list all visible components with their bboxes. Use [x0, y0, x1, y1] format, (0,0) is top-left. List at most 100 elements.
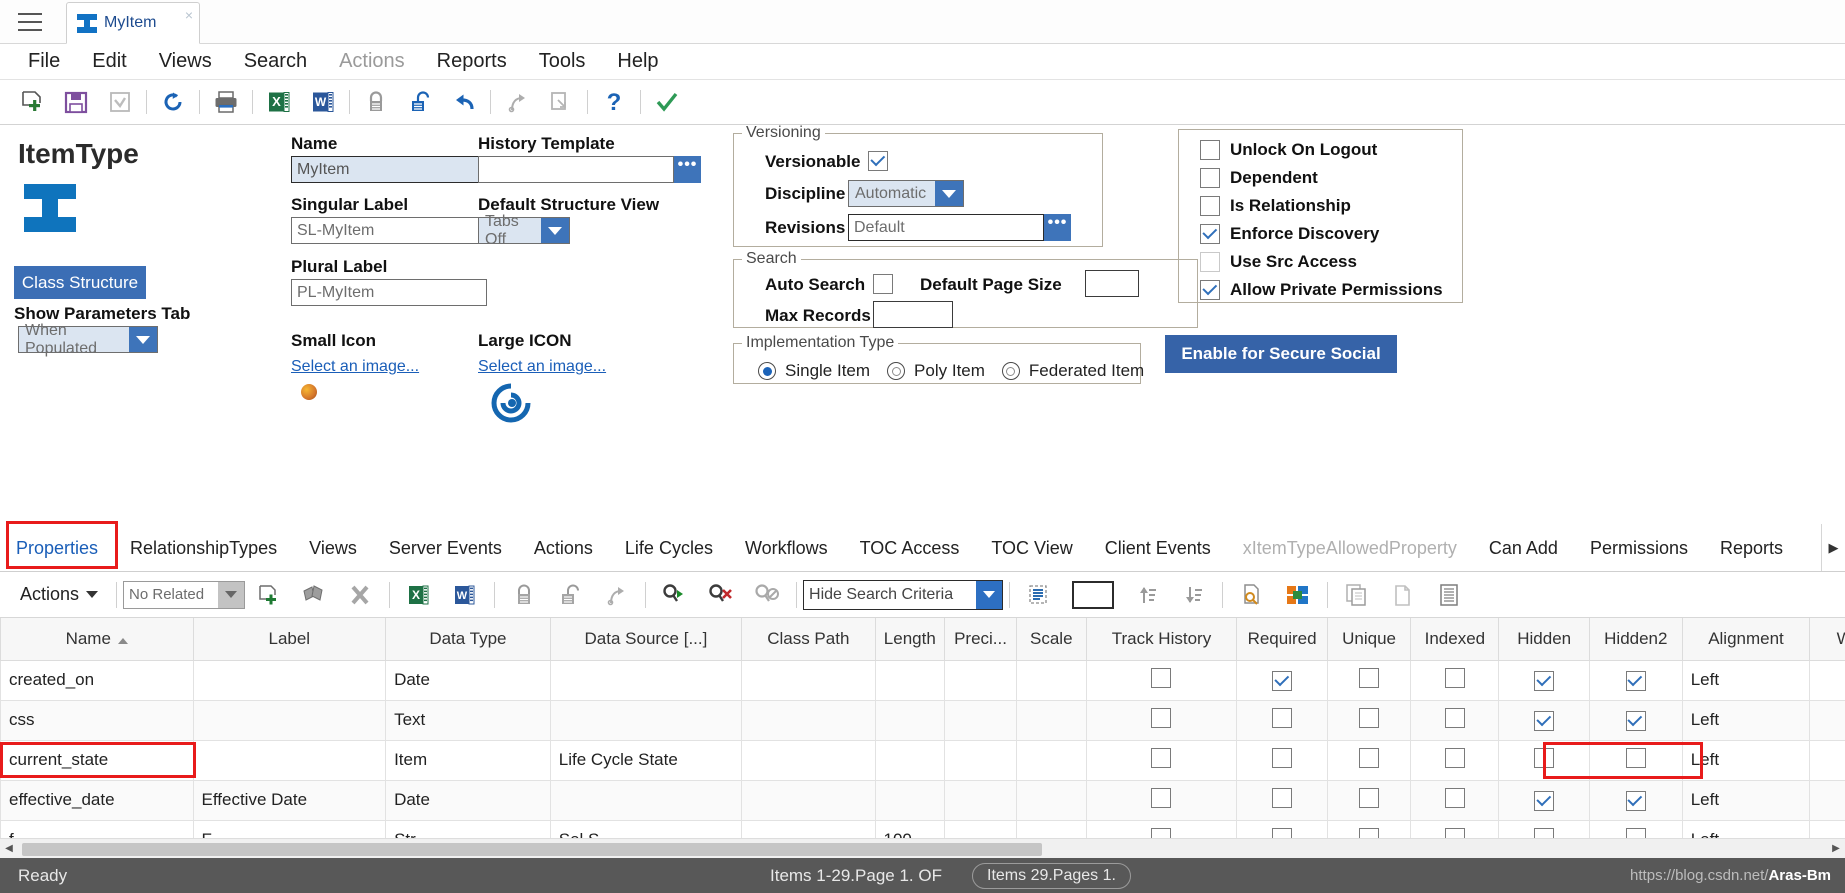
cell-alignment[interactable]: Left: [1681, 659, 1811, 701]
col-class-path[interactable]: Class Path: [741, 618, 876, 661]
cell-track-history[interactable]: [1085, 739, 1238, 781]
cell-class-path[interactable]: [741, 819, 876, 840]
unlock-icon[interactable]: [547, 578, 593, 612]
tab-toc-view[interactable]: TOC View: [975, 538, 1088, 571]
cell-hidden2[interactable]: [1588, 659, 1683, 701]
col-data-source[interactable]: Data Source [...]: [549, 618, 743, 661]
chevron-down-icon[interactable]: [541, 218, 569, 243]
cell-class-path[interactable]: [741, 739, 876, 781]
cell-unique[interactable]: [1326, 699, 1412, 741]
tab-properties[interactable]: Properties: [0, 538, 114, 571]
unlock-icon[interactable]: [398, 85, 442, 119]
name-input[interactable]: MyItem: [291, 156, 487, 183]
indexed-checkbox[interactable]: [1444, 707, 1465, 728]
sort-asc-icon[interactable]: [1124, 578, 1170, 612]
disable-search-icon[interactable]: [744, 578, 790, 612]
cell-label[interactable]: F...: [192, 819, 387, 840]
cell-scale[interactable]: [1015, 819, 1087, 840]
cell-length[interactable]: [874, 779, 946, 821]
track-history-checkbox[interactable]: [1151, 787, 1172, 808]
excel-export-icon[interactable]: X: [396, 578, 442, 612]
chevron-down-icon[interactable]: [935, 181, 963, 206]
cell-track-history[interactable]: [1085, 819, 1238, 840]
blank-box-icon[interactable]: [1062, 578, 1124, 612]
cell-w[interactable]: [1809, 739, 1845, 781]
cell-length[interactable]: 100: [874, 819, 946, 840]
cell-hidden[interactable]: [1498, 739, 1590, 781]
copy-icon[interactable]: [539, 85, 583, 119]
cell-unique[interactable]: [1326, 819, 1412, 840]
chevron-down-icon[interactable]: [129, 327, 157, 352]
required-checkbox[interactable]: [1272, 670, 1293, 691]
export-word-icon[interactable]: W: [301, 85, 345, 119]
default-structure-view-dropdown[interactable]: Tabs Off: [478, 213, 570, 248]
cell-data-source[interactable]: [549, 699, 743, 741]
cell-data-source[interactable]: Life Cycle State: [549, 739, 743, 781]
required-checkbox[interactable]: [1272, 747, 1293, 768]
flag-allow-private-permissions[interactable]: Allow Private Permissions: [1200, 278, 1443, 302]
cell-class-path[interactable]: [741, 699, 876, 741]
enable-secure-social-button[interactable]: Enable for Secure Social: [1165, 335, 1397, 373]
cell-hidden[interactable]: [1498, 779, 1590, 821]
help-icon[interactable]: ?: [592, 85, 636, 119]
cell-data-source[interactable]: [549, 659, 743, 701]
cell-required[interactable]: [1236, 739, 1328, 781]
small-icon-select-link[interactable]: Select an image...: [291, 358, 419, 376]
tab-toc-access[interactable]: TOC Access: [844, 538, 976, 571]
redo-icon[interactable]: [495, 85, 539, 119]
cell-alignment[interactable]: Left: [1681, 779, 1811, 821]
related-dropdown[interactable]: No Related: [123, 580, 246, 609]
chevron-right-icon[interactable]: ▶: [1821, 524, 1845, 571]
list-icon[interactable]: [1426, 578, 1472, 612]
tab-reports[interactable]: Reports: [1704, 538, 1799, 571]
tab-workflows[interactable]: Workflows: [729, 538, 844, 571]
cell-required[interactable]: [1236, 819, 1328, 840]
indexed-checkbox[interactable]: [1444, 667, 1465, 688]
cell-data-type[interactable]: Date: [385, 659, 551, 701]
cell-label[interactable]: [192, 739, 387, 781]
revisions-input[interactable]: Default: [848, 214, 1044, 241]
flag-enforce-discovery[interactable]: Enforce Discovery: [1200, 222, 1379, 246]
hidden2-checkbox[interactable]: [1625, 670, 1646, 691]
done-icon[interactable]: [98, 85, 142, 119]
cell-unique[interactable]: [1326, 779, 1412, 821]
chevron-down-icon[interactable]: [218, 581, 245, 608]
menu-views[interactable]: Views: [143, 50, 228, 73]
required-checkbox[interactable]: [1272, 787, 1293, 808]
hidden-checkbox[interactable]: [1534, 747, 1555, 768]
cell-track-history[interactable]: [1085, 699, 1238, 741]
track-history-checkbox[interactable]: [1151, 747, 1172, 768]
indexed-checkbox[interactable]: [1444, 747, 1465, 768]
hidden2-checkbox[interactable]: [1625, 747, 1646, 768]
cell-data-source[interactable]: Sel.S...: [549, 819, 743, 840]
check-icon[interactable]: [645, 85, 689, 119]
search-criteria-dropdown[interactable]: Hide Search Criteria: [803, 579, 1004, 610]
cell-w[interactable]: [1809, 699, 1845, 741]
col-indexed[interactable]: Indexed: [1410, 618, 1500, 661]
col-hidden2[interactable]: Hidden2: [1588, 618, 1683, 661]
hidden-checkbox[interactable]: [1534, 790, 1555, 811]
history-template-input[interactable]: [478, 156, 674, 183]
scroll-left-icon[interactable]: ◀: [0, 840, 18, 858]
cell-w[interactable]: [1809, 659, 1845, 701]
is-relationship-checkbox[interactable]: [1200, 196, 1220, 216]
menu-file[interactable]: File: [12, 50, 76, 73]
history-template-browse-button[interactable]: •••: [674, 156, 701, 183]
cell-data-type[interactable]: Item: [385, 739, 551, 781]
menu-reports[interactable]: Reports: [421, 50, 523, 73]
tab-relationshiptypes[interactable]: RelationshipTypes: [114, 538, 293, 571]
hidden-checkbox[interactable]: [1534, 710, 1555, 731]
flag-unlock-on-logout[interactable]: Unlock On Logout: [1200, 138, 1377, 162]
save-icon[interactable]: [54, 85, 98, 119]
cell-alignment[interactable]: Left: [1681, 819, 1811, 840]
cell-hidden[interactable]: [1498, 659, 1590, 701]
cell-track-history[interactable]: [1085, 779, 1238, 821]
cell-required[interactable]: [1236, 699, 1328, 741]
cell-unique[interactable]: [1326, 659, 1412, 701]
hidden-checkbox[interactable]: [1534, 670, 1555, 691]
undo-icon[interactable]: [442, 85, 486, 119]
class-structure-button[interactable]: Class Structure: [14, 266, 146, 299]
grid-actions-menu[interactable]: Actions: [8, 584, 110, 605]
cell-scale[interactable]: [1015, 659, 1087, 701]
col-required[interactable]: Required: [1236, 618, 1328, 661]
